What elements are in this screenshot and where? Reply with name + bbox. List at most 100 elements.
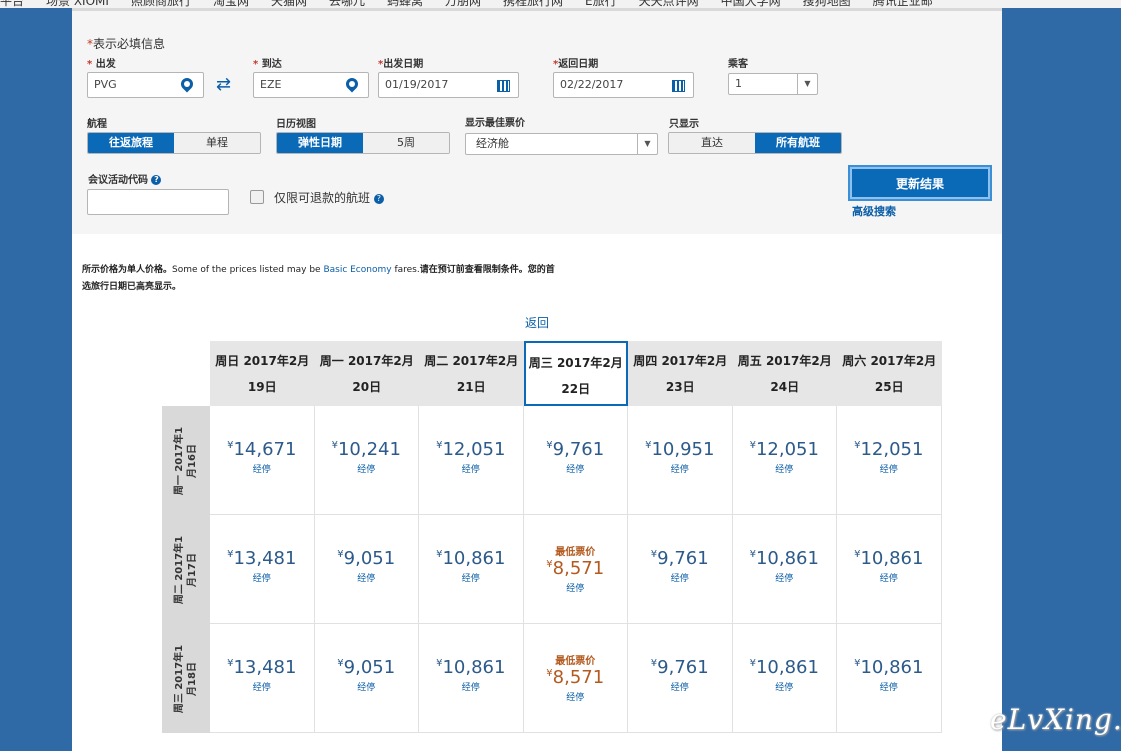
calendar-icon[interactable] — [497, 80, 510, 92]
fare-amount: 9,051 — [343, 657, 396, 678]
swap-icon[interactable]: ⇄ — [216, 74, 231, 95]
fare-cell[interactable]: ¥9,761 经停 — [628, 515, 733, 624]
five-weeks-button[interactable]: 5周 — [363, 133, 449, 153]
fare-price: ¥10,861 — [419, 657, 523, 678]
fare-cell[interactable]: ¥10,951 经停 — [628, 406, 733, 515]
fare-cell[interactable]: ¥10,861 经停 — [837, 624, 942, 733]
one-way-button[interactable]: 单程 — [174, 133, 260, 153]
return-date-header[interactable]: 周日 2017年2月 19日 — [210, 341, 315, 406]
cabin-label: 显示最佳票价 — [465, 118, 525, 129]
fare-amount: 10,861 — [442, 657, 506, 678]
depart-date-text: 周二 2017年1 月17日 — [173, 520, 199, 620]
flexible-dates-button[interactable]: 弹性日期 — [277, 133, 363, 153]
header-line1: 周三 2017年2月 — [528, 356, 623, 370]
stops-label: 经停 — [566, 465, 585, 475]
stops-label: 经停 — [670, 574, 689, 584]
cabin-select[interactable]: 经济舱 ▼ — [465, 133, 658, 155]
fare-price: ¥13,481 — [210, 548, 314, 569]
header-line2: 24日 — [770, 380, 800, 394]
promo-code-input[interactable] — [87, 189, 229, 215]
fare-amount: 9,761 — [552, 439, 605, 460]
help-icon[interactable]: ? — [373, 194, 384, 204]
depart-line2: 月16日 — [187, 443, 198, 478]
passengers-select[interactable]: 1 ▼ — [728, 73, 818, 95]
fare-price: ¥10,861 — [733, 548, 837, 569]
flight-search-page: *表示必填信息 * 出发 PVG ⇄ * 到达 EZE *出发日期 01/19/… — [72, 8, 1121, 751]
refundable-checkbox[interactable] — [250, 190, 264, 204]
fare-cell[interactable]: ¥9,051 经停 — [314, 624, 419, 733]
stops-label: 经停 — [357, 574, 376, 584]
fare-amount: 8,571 — [552, 558, 605, 579]
fare-cell[interactable]: ¥13,481 经停 — [210, 515, 315, 624]
depart-date-field[interactable]: 01/19/2017 — [378, 72, 519, 98]
return-date-header[interactable]: 周四 2017年2月 23日 — [628, 341, 733, 406]
fare-cell[interactable]: ¥12,051 经停 — [732, 406, 837, 515]
lowest-fare-badge: 最低票价 — [555, 547, 596, 558]
chevron-down-icon[interactable]: ▼ — [797, 74, 817, 94]
nonstop-button[interactable]: 直达 — [669, 133, 755, 153]
fare-cell[interactable]: ¥10,861 经停 — [732, 624, 837, 733]
fare-cell[interactable]: ¥9,761 经停 — [523, 406, 628, 515]
return-date-header[interactable]: 周三 2017年2月 22日 — [523, 341, 628, 406]
depart-date-header: 周三 2017年1 月18日 — [162, 624, 210, 733]
return-date-field[interactable]: 02/22/2017 — [553, 72, 694, 98]
fare-cell[interactable]: ¥10,861 经停 — [837, 515, 942, 624]
fare-price: ¥10,861 — [733, 657, 837, 678]
fare-cell[interactable]: ¥10,861 经停 — [419, 624, 524, 733]
all-flights-button[interactable]: 所有航班 — [755, 133, 841, 153]
depart-line2: 月17日 — [187, 552, 198, 587]
stops-label: 经停 — [670, 465, 689, 475]
round-trip-button[interactable]: 往返旅程 — [88, 133, 174, 153]
fare-cell[interactable]: ¥9,051 经停 — [314, 515, 419, 624]
fare-cell[interactable]: 最低票价 ¥8,571 经停 — [523, 624, 628, 733]
chevron-down-icon[interactable]: ▼ — [637, 134, 657, 154]
fare-cell[interactable]: 最低票价 ¥8,571 经停 — [523, 515, 628, 624]
fare-price: ¥12,051 — [419, 439, 523, 460]
depart-line2: 月18日 — [187, 661, 198, 696]
update-results-button[interactable]: 更新结果 — [850, 167, 990, 199]
header-line1: 周五 2017年2月 — [737, 354, 832, 368]
fare-cell[interactable]: ¥9,761 经停 — [628, 624, 733, 733]
header-line2: 19日 — [247, 380, 277, 394]
fare-amount: 12,051 — [755, 439, 819, 460]
return-date-header[interactable]: 周五 2017年2月 24日 — [732, 341, 837, 406]
fare-cell[interactable]: ¥10,241 经停 — [314, 406, 419, 515]
stops-label: 经停 — [252, 683, 271, 693]
help-icon[interactable]: ? — [151, 175, 162, 185]
header-line2: 20日 — [352, 380, 382, 394]
stops-label: 经停 — [357, 465, 376, 475]
origin-field[interactable]: PVG — [87, 72, 204, 98]
fare-price: ¥8,571 — [524, 667, 628, 688]
depart-date-text: 周一 2017年1 月16日 — [173, 411, 199, 511]
stops-label: 经停 — [357, 683, 376, 693]
fare-price: ¥10,861 — [837, 657, 941, 678]
fare-cell[interactable]: ¥12,051 经停 — [419, 406, 524, 515]
fare-amount: 9,761 — [657, 548, 709, 569]
location-pin-icon[interactable] — [178, 75, 196, 93]
calendar-icon[interactable] — [672, 80, 685, 92]
show-only-label: 只显示 — [669, 119, 699, 130]
stops-label: 经停 — [461, 574, 480, 584]
depart-date-header: 周一 2017年1 月16日 — [162, 406, 210, 515]
advanced-search-link[interactable]: 高级搜索 — [852, 203, 896, 219]
fare-cell[interactable]: ¥13,481 经停 — [210, 624, 315, 733]
passengers-label: 乘客 — [728, 59, 748, 70]
fare-amount: 10,951 — [651, 439, 715, 460]
fare-amount: 10,861 — [442, 548, 506, 569]
stops-label: 经停 — [252, 465, 271, 475]
fare-cell[interactable]: ¥10,861 经停 — [732, 515, 837, 624]
return-date-header[interactable]: 周一 2017年2月 20日 — [314, 341, 419, 406]
search-form: *表示必填信息 * 出发 PVG ⇄ * 到达 EZE *出发日期 01/19/… — [72, 8, 1002, 234]
location-pin-icon[interactable] — [343, 75, 361, 93]
return-date-header[interactable]: 周六 2017年2月 25日 — [837, 341, 942, 406]
stops-label: 经停 — [879, 574, 898, 584]
basic-economy-link[interactable]: Basic Economy — [323, 265, 391, 275]
fare-cell[interactable]: ¥12,051 经停 — [837, 406, 942, 515]
destination-field[interactable]: EZE — [253, 72, 369, 98]
return-date-header[interactable]: 周二 2017年2月 21日 — [419, 341, 524, 406]
origin-label: * 出发 — [87, 59, 116, 70]
fare-amount: 9,051 — [343, 548, 396, 569]
depart-date-label: *出发日期 — [378, 59, 424, 70]
fare-cell[interactable]: ¥14,671 经停 — [210, 406, 315, 515]
fare-cell[interactable]: ¥10,861 经停 — [419, 515, 524, 624]
